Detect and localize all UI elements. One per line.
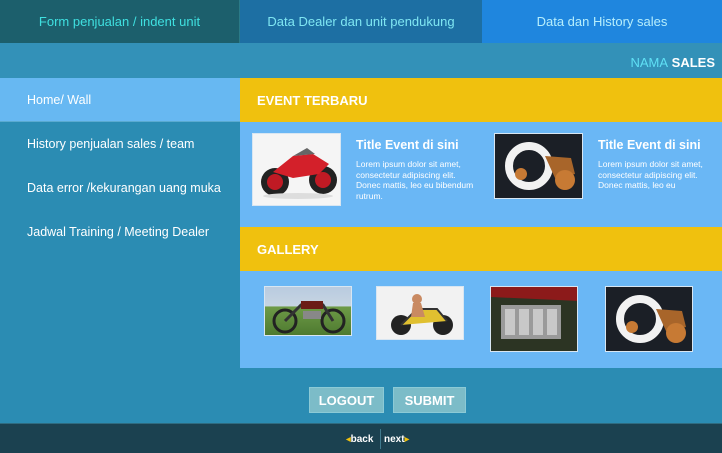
event-title-2[interactable]: Title Event di sini: [598, 138, 701, 152]
sales-name-label: NAMA: [630, 55, 669, 70]
motorcycle-engine-icon: [491, 287, 577, 351]
model-motorcycle-icon: [377, 287, 463, 339]
next-link[interactable]: next ▶: [384, 434, 409, 445]
sidebar-item-label: Jadwal Training / Meeting Dealer: [27, 225, 210, 239]
sidebar-item-history[interactable]: History penjualan sales / team: [0, 122, 240, 166]
gallery-heading: GALLERY: [240, 227, 722, 271]
event-desc-2: Lorem ipsum dolor sit amet, consectetur …: [598, 159, 703, 190]
next-label: next: [384, 434, 405, 445]
event-title-1[interactable]: Title Event di sini: [356, 138, 459, 152]
sales-name: NAMA SALES: [630, 55, 715, 70]
sidebar: Home/ Wall History penjualan sales / tea…: [0, 78, 240, 368]
event-desc-1: Lorem ipsum dolor sit amet, consectetur …: [356, 159, 474, 201]
hubless-motorcycle-icon: [606, 287, 692, 351]
gallery-image-2[interactable]: [376, 286, 464, 340]
back-label: back: [350, 434, 374, 445]
hubless-motorcycle-icon: [495, 134, 582, 198]
sidebar-item-label: History penjualan sales / team: [27, 137, 195, 151]
gallery-image-3[interactable]: [490, 286, 578, 352]
submit-button[interactable]: SUBMIT: [393, 387, 466, 413]
event-image-1[interactable]: [252, 133, 341, 206]
sidebar-item-jadwal[interactable]: Jadwal Training / Meeting Dealer: [0, 210, 240, 254]
tab-data-dealer[interactable]: Data Dealer dan unit pendukung: [240, 0, 482, 43]
sidebar-item-label: Home/ Wall: [27, 93, 92, 107]
gallery-image-4[interactable]: [605, 286, 693, 352]
sidebar-item-label: Data error /kekurangan uang muka: [27, 181, 221, 195]
classic-motorcycle-icon: [272, 301, 346, 334]
tab-form-penjualan[interactable]: Form penjualan / indent unit: [0, 0, 240, 43]
tab-history-sales[interactable]: Data dan History sales: [482, 0, 722, 43]
logout-button[interactable]: LOGOUT: [309, 387, 384, 413]
sidebar-item-data-error[interactable]: Data error /kekurangan uang muka: [0, 166, 240, 210]
main-content: EVENT TERBARU Title Event di sini Lorem …: [240, 78, 722, 368]
sales-name-value: SALES: [671, 55, 715, 70]
back-link[interactable]: ◀ back: [346, 434, 373, 445]
event-image-2[interactable]: [494, 133, 583, 199]
gallery-image-1[interactable]: [264, 286, 352, 336]
event-heading: EVENT TERBARU: [240, 78, 722, 122]
nav-divider: [380, 429, 381, 449]
header-strip: NAMA SALES: [0, 43, 722, 78]
arrow-right-icon: ▶: [404, 437, 410, 443]
red-motorcycle-icon: [253, 134, 340, 205]
footer: ◀ back next ▶: [0, 423, 722, 453]
top-tabs: Form penjualan / indent unit Data Dealer…: [0, 0, 722, 43]
sidebar-item-home[interactable]: Home/ Wall: [0, 78, 240, 122]
